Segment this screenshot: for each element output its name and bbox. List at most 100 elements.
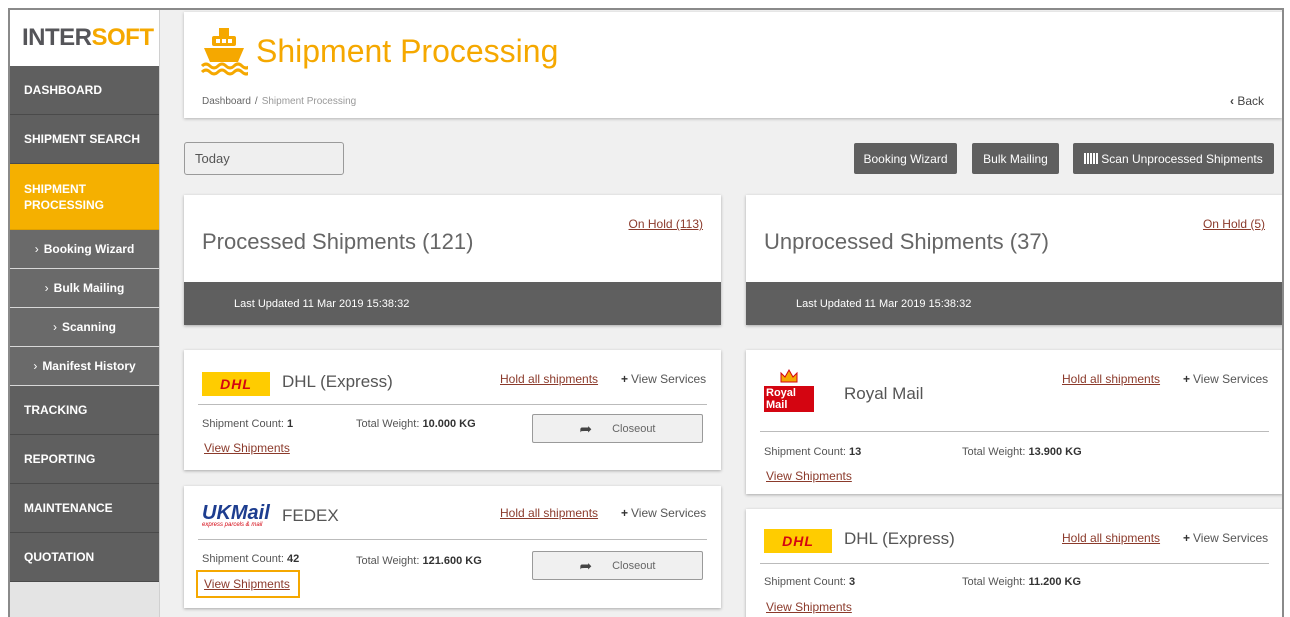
closeout-label: Closeout [612, 559, 656, 572]
sidebar-item-quotation[interactable]: QUOTATION [10, 533, 159, 582]
carrier-card-dhl-unprocessed: DHL DHL (Express) Hold all shipments + Vi… [746, 509, 1282, 617]
shipment-count: Shipment Count: 13 [764, 446, 861, 458]
page-title-row: Shipment Processing [200, 26, 558, 76]
view-shipments-link[interactable]: View Shipments [204, 577, 290, 591]
total-weight-value: 13.900 KG [1028, 446, 1082, 458]
closeout-label: Closeout [612, 422, 656, 435]
view-shipments-link[interactable]: View Shipments [204, 441, 290, 455]
chevron-right-icon: › [34, 242, 39, 256]
closeout-button[interactable]: ➦ Closeout [532, 551, 703, 580]
sidebar-item-maintenance[interactable]: MAINTENANCE [10, 484, 159, 533]
ship-icon [200, 28, 248, 76]
sidebar-item-label: QUOTATION [24, 550, 95, 564]
main-content: Shipment Processing Dashboard / Shipment P… [170, 10, 1282, 617]
view-services-label: View Services [1193, 531, 1269, 545]
total-weight: Total Weight: 11.200 KG [962, 576, 1081, 588]
royal-mail-logo: Royal Mail [764, 368, 814, 420]
shipment-count-label: Shipment Count: [764, 576, 846, 588]
sidebar-subitem-bulk-mailing[interactable]: › Bulk Mailing [10, 269, 159, 308]
unprocessed-summary-card: Unprocessed Shipments (37) On Hold (5) L… [746, 195, 1282, 325]
sidebar-subitem-booking-wizard[interactable]: › Booking Wizard [10, 230, 159, 269]
ukmail-logo-text: UKMail [202, 502, 270, 524]
total-weight-label: Total Weight: [356, 418, 420, 430]
sidebar-item-tracking[interactable]: TRACKING [10, 386, 159, 435]
shipment-count: Shipment Count: 42 [202, 553, 299, 565]
back-label: Back [1237, 94, 1264, 108]
scan-unprocessed-button[interactable]: Scan Unprocessed Shipments [1073, 143, 1274, 174]
hold-all-shipments-link[interactable]: Hold all shipments [1062, 531, 1160, 545]
sidebar-subitem-scanning[interactable]: › Scanning [10, 308, 159, 347]
sidebar-item-reporting[interactable]: REPORTING [10, 435, 159, 484]
total-weight-value: 121.600 KG [422, 555, 482, 567]
breadcrumb: Dashboard / Shipment Processing [202, 96, 356, 107]
plus-icon: + [1183, 531, 1191, 545]
dhl-logo-text: DHL [220, 376, 252, 392]
share-arrow-icon: ➦ [579, 557, 593, 575]
carrier-name: DHL (Express) [844, 529, 955, 548]
carrier-name: FEDEX [282, 506, 339, 525]
hold-all-shipments-link[interactable]: Hold all shipments [500, 506, 598, 520]
logo: INTER SOFT [10, 10, 159, 66]
logo-text-accent: SOFT [91, 24, 155, 51]
dhl-logo-text: DHL [782, 533, 814, 549]
hold-all-shipments-link[interactable]: Hold all shipments [500, 372, 598, 386]
closeout-button[interactable]: ➦ Closeout [532, 414, 703, 443]
page-title: Shipment Processing [256, 32, 559, 69]
shipment-count-value: 42 [287, 553, 300, 565]
sidebar-subitem-label: Bulk Mailing [53, 281, 125, 295]
view-services-label: View Services [631, 372, 707, 386]
sidebar-item-label: SHIPMENT PROCESSING [24, 181, 105, 212]
divider [198, 404, 707, 405]
total-weight: Total Weight: 10.000 KG [356, 418, 476, 430]
shipment-count: Shipment Count: 3 [764, 576, 855, 588]
sidebar-subitem-label: Manifest History [42, 359, 136, 373]
shipment-count-value: 1 [287, 418, 294, 430]
bulk-mailing-button[interactable]: Bulk Mailing [972, 143, 1059, 174]
unprocessed-on-hold-link[interactable]: On Hold (5) [1203, 217, 1265, 231]
total-weight: Total Weight: 13.900 KG [962, 446, 1082, 458]
back-link[interactable]: ‹ Back [1230, 94, 1264, 108]
view-services-link[interactable]: + View Services [1183, 531, 1268, 545]
view-services-label: View Services [1193, 372, 1269, 386]
unprocessed-last-updated: Last Updated 11 Mar 2019 15:38:32 [746, 282, 1282, 325]
shipment-count-value: 3 [849, 576, 856, 588]
carrier-card-royal-mail-unprocessed: Royal Mail Royal Mail Hold all shipments… [746, 350, 1282, 494]
ukmail-logo: UKMail express parcels & mail [202, 502, 270, 536]
view-shipments-link[interactable]: View Shipments [766, 600, 852, 614]
processed-on-hold-link[interactable]: On Hold (113) [629, 217, 703, 231]
hold-all-shipments-link[interactable]: Hold all shipments [1062, 372, 1160, 386]
app-window: INTER SOFT DASHBOARD SHIPMENT SEARCH SHIP… [8, 8, 1284, 617]
total-weight-value: 11.200 KG [1028, 576, 1082, 588]
shipment-count-label: Shipment Count: [202, 418, 284, 430]
divider [198, 539, 707, 540]
sidebar-item-label: REPORTING [24, 452, 96, 466]
unprocessed-title: Unprocessed Shipments (37) [764, 229, 1049, 254]
divider [760, 431, 1269, 432]
sidebar-item-shipment-search[interactable]: SHIPMENT SEARCH [10, 115, 159, 164]
sidebar-item-shipment-processing[interactable]: SHIPMENT PROCESSING [10, 164, 159, 230]
divider [760, 563, 1269, 564]
total-weight-label: Total Weight: [356, 555, 420, 567]
chevron-right-icon: › [44, 281, 49, 295]
processed-last-updated: Last Updated 11 Mar 2019 15:38:32 [184, 282, 721, 325]
sidebar-subitem-manifest-history[interactable]: › Manifest History [10, 347, 159, 386]
sidebar: INTER SOFT DASHBOARD SHIPMENT SEARCH SHIP… [10, 10, 160, 617]
breadcrumb-separator: / [254, 96, 258, 107]
sidebar-subitem-label: Booking Wizard [43, 242, 135, 256]
view-services-link[interactable]: + View Services [1183, 372, 1268, 386]
share-arrow-icon: ➦ [579, 420, 593, 438]
total-weight: Total Weight: 121.600 KG [356, 553, 486, 569]
shipment-count-label: Shipment Count: [764, 446, 846, 458]
sidebar-item-dashboard[interactable]: DASHBOARD [10, 66, 159, 115]
view-services-link[interactable]: + View Services [621, 372, 706, 386]
total-weight-label: Total Weight: [962, 576, 1026, 588]
processed-summary-card: Processed Shipments (121) On Hold (113) … [184, 195, 721, 325]
breadcrumb-root[interactable]: Dashboard [202, 96, 251, 107]
sidebar-item-label: TRACKING [24, 403, 88, 417]
crown-icon [780, 368, 798, 383]
date-filter-input[interactable] [184, 142, 344, 175]
booking-wizard-button[interactable]: Booking Wizard [854, 143, 957, 174]
royal-mail-logo-text: Royal Mail [764, 386, 814, 412]
view-services-link[interactable]: + View Services [621, 506, 706, 520]
view-shipments-link[interactable]: View Shipments [766, 469, 852, 483]
